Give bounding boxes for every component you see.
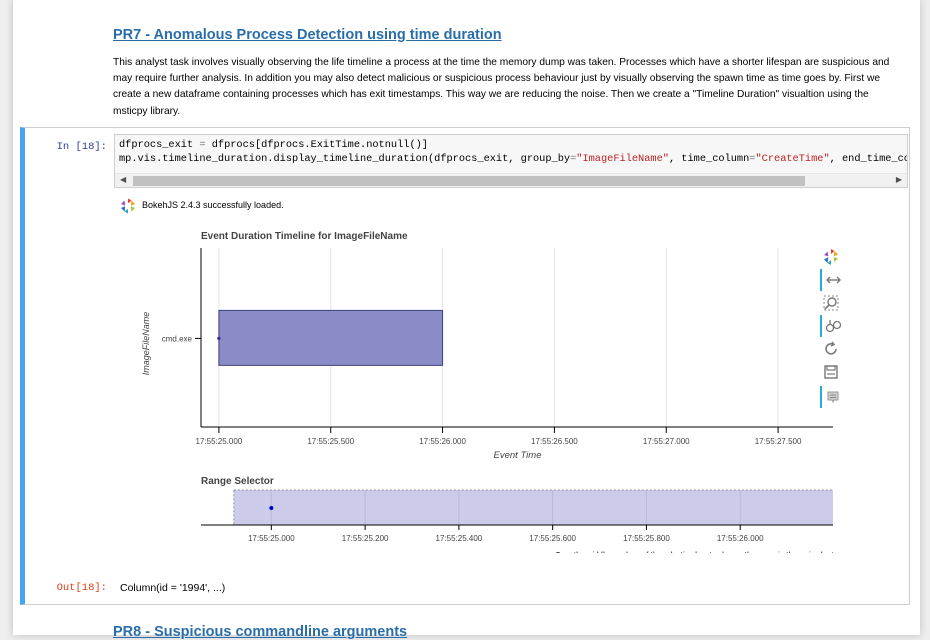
bar-start-point (217, 336, 221, 340)
horizontal-scrollbar[interactable]: ◀ ▶ (115, 173, 907, 187)
scrollbar-thumb[interactable] (133, 176, 805, 186)
out-prompt: Out[18]: (56, 582, 107, 594)
x-tick-label: 17:55:26.000 (419, 437, 466, 446)
range-x-tick-label: 17:55:25.400 (436, 534, 483, 543)
pr7-heading[interactable]: PR7 - Anomalous Process Detection using … (113, 27, 502, 43)
range-x-tick-label: 17:55:25.800 (623, 534, 670, 543)
bokeh-toolbar-logo-icon[interactable] (820, 246, 842, 268)
x-tick-label: 17:55:27.000 (643, 437, 690, 446)
range-point (269, 506, 274, 510)
wheel-zoom-icon[interactable] (820, 315, 842, 337)
bokeh-status-text: BokehJS 2.4.3 successfully loaded. (142, 200, 284, 210)
code-line-2: mp.vis.timeline_duration.display_timelin… (119, 153, 908, 165)
range-x-tick-label: 17:55:25.000 (248, 534, 295, 543)
cell-output-text: Column(id = '1994', ...) (120, 582, 226, 594)
x-tick-label: 17:55:25.500 (307, 437, 354, 446)
save-icon[interactable] (820, 361, 842, 383)
range-help-text: Drag the middle or edges of the selectio… (556, 552, 833, 553)
range-selection-box (233, 489, 833, 526)
range-selector-chart[interactable]: Range Selector 17:55:25.000 17:55:25.200 17… (201, 476, 833, 553)
main-chart-title: Event Duration Timeline for ImageFileNam… (201, 231, 408, 242)
notebook-page: PR7 - Anomalous Process Detection using … (13, 0, 920, 640)
code-editor[interactable]: dfprocs_exit = dfprocs[dfprocs.ExitTime.… (114, 134, 908, 188)
charts-svg: Event Duration Timeline for ImageFileNam… (141, 231, 833, 553)
scroll-right-icon[interactable]: ▶ (896, 175, 902, 184)
y-tick-label: cmd.exe (162, 334, 193, 343)
x-tick-label: 17:55:27.500 (755, 437, 802, 446)
range-x-tick-label: 17:55:26.000 (717, 534, 764, 543)
duration-bar (218, 309, 444, 366)
box-zoom-icon[interactable] (820, 292, 842, 314)
scroll-left-icon[interactable]: ◀ (120, 175, 126, 184)
hover-icon[interactable] (820, 386, 842, 408)
xpan-icon[interactable] (820, 269, 842, 291)
range-selector-title: Range Selector (201, 476, 274, 487)
range-x-tick-label: 17:55:25.200 (342, 534, 389, 543)
pr7-description: This analyst task involves visually obse… (113, 57, 890, 117)
x-tick-label: 17:55:25.000 (196, 437, 243, 446)
in-prompt: In [18]: (56, 141, 107, 153)
x-axis-label: Event Time (494, 450, 542, 461)
y-axis-label: ImageFileName (141, 312, 151, 376)
code-cell[interactable]: In [18]: dfprocs_exit = dfprocs[dfprocs.… (20, 127, 910, 605)
main-chart[interactable]: Event Duration Timeline for ImageFileNam… (141, 231, 833, 461)
reset-icon[interactable] (820, 338, 842, 360)
x-tick-label: 17:55:26.500 (531, 437, 578, 446)
pr8-heading[interactable]: PR8 - Suspicious commandline arguments (113, 624, 407, 640)
range-x-tick-label: 17:55:25.600 (529, 534, 576, 543)
code-line-1: dfprocs_exit = dfprocs[dfprocs.ExitTime.… (119, 139, 428, 151)
bokeh-logo-icon (121, 198, 135, 214)
